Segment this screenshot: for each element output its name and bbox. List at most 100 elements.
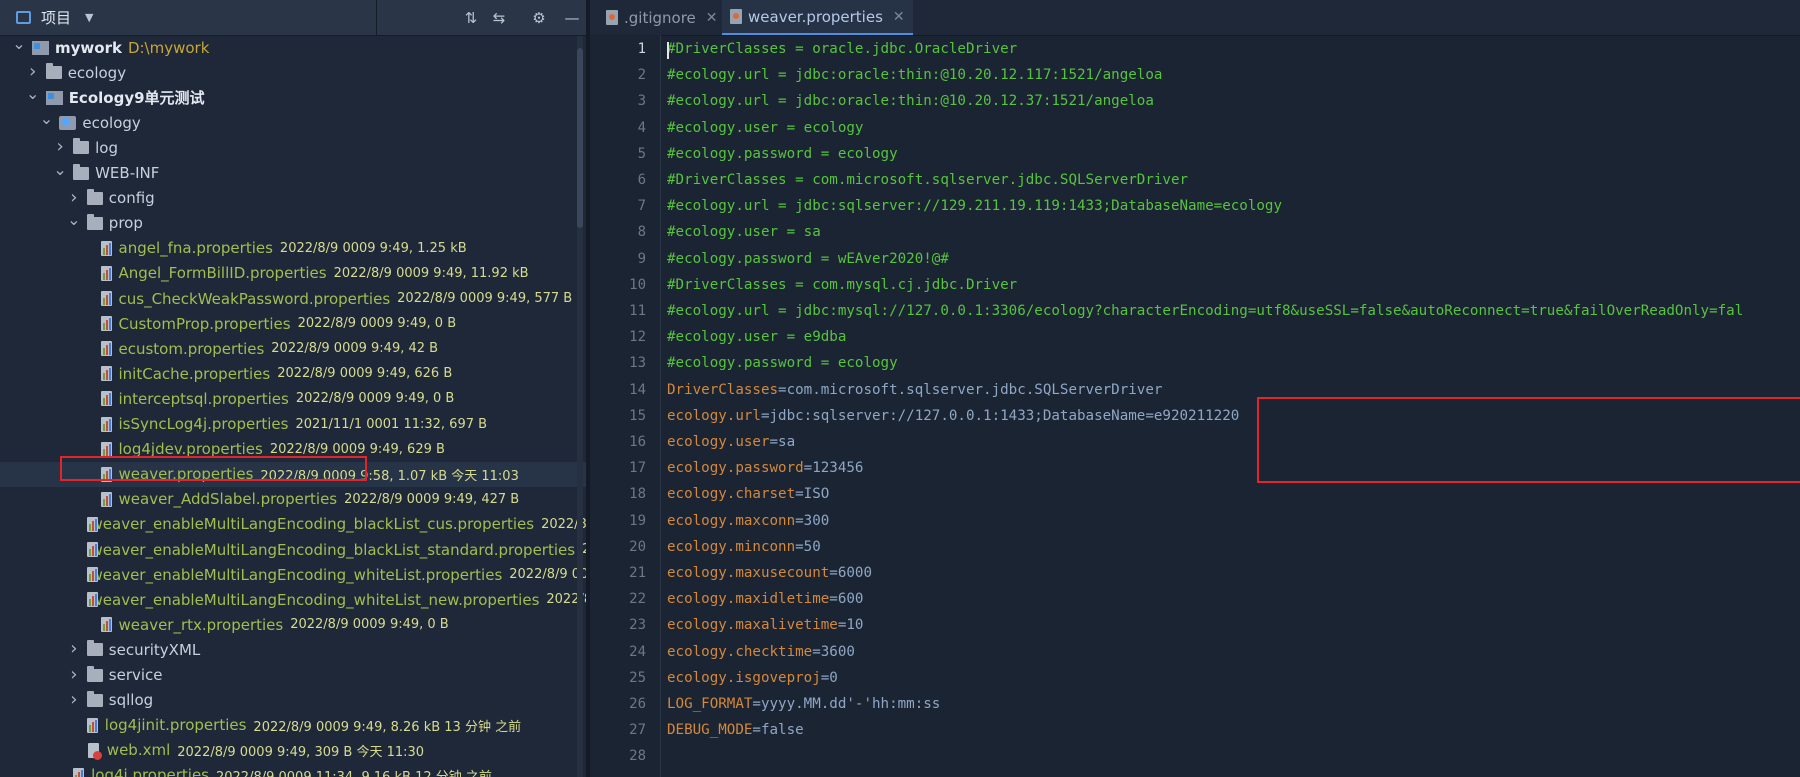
code-line[interactable]: DriverClasses=com.microsoft.sqlserver.jd… [667, 377, 1162, 403]
tree-row[interactable]: › service [0, 663, 586, 688]
code-line[interactable]: LOG_FORMAT=yyyy.MM.dd'-'hh:mm:ss [667, 691, 940, 717]
tree-row[interactable]: ecustom.properties 2022/8/9 0009 9:49, 42… [0, 336, 586, 361]
close-icon[interactable]: ✕ [893, 9, 905, 25]
tree-row[interactable]: weaver_enableMultiLangEncoding_blackList… [0, 512, 586, 537]
properties-bar [94, 719, 97, 732]
tab-weaver-properties[interactable]: weaver.properties ✕ [722, 0, 913, 35]
property-key: ecology.isgoveproj [667, 669, 821, 686]
code-line[interactable]: #ecology.url = jdbc:oracle:thin:@10.20.1… [667, 62, 1162, 88]
code-line[interactable]: #DriverClasses = com.mysql.cj.jdbc.Drive… [667, 272, 1017, 298]
tree-row[interactable]: ⌄ mywork D:\mywork [0, 34, 586, 60]
code-line[interactable]: #ecology.password = wEAver2020!@# [667, 246, 949, 272]
tree-row[interactable]: interceptsql.properties 2022/8/9 0009 9:4… [0, 386, 586, 411]
tree-row[interactable]: initCache.properties 2022/8/9 0009 9:49, … [0, 361, 586, 386]
code-line[interactable]: #ecology.user = sa [667, 219, 821, 245]
tree-row[interactable]: ⌄ WEB-INF [0, 160, 586, 186]
tree-row[interactable]: cus_CheckWeakPassword.properties 2022/8/9… [0, 286, 586, 311]
project-panel-scrollbar[interactable] [577, 36, 583, 777]
tree-row[interactable]: weaver_enableMultiLangEncoding_blackList… [0, 537, 586, 562]
code-line[interactable]: ecology.user=sa [667, 429, 795, 455]
collapse-all-icon[interactable]: ⇆ [488, 7, 510, 29]
properties-bar [88, 523, 91, 531]
properties-bar [102, 348, 105, 356]
properties-bar [108, 443, 111, 456]
tree-row[interactable]: weaver_rtx.properties 2022/8/9 0009 9:49,… [0, 612, 586, 637]
tree-item-label: log4j.properties [91, 766, 209, 777]
code-line[interactable]: #ecology.user = e9dba [667, 324, 846, 350]
tree-row[interactable]: ⌄ prop [0, 210, 586, 236]
tree-row[interactable]: CustomProp.properties 2022/8/9 0009 9:49,… [0, 311, 586, 336]
tree-row[interactable]: › securityXML [0, 637, 586, 662]
code-line[interactable]: #ecology.password = ecology [667, 350, 898, 376]
tree-row[interactable]: weaver_AddSlabel.properties 2022/8/9 0009… [0, 487, 586, 512]
properties-bar [108, 418, 111, 431]
property-value: jdbc:sqlserver://127.0.0.1:1433;Database… [769, 407, 1240, 424]
chevron-down-icon[interactable]: ⌄ [12, 31, 26, 56]
tree-item-label: ecology [82, 113, 141, 132]
chevron-right-icon[interactable]: › [67, 662, 81, 687]
code-line[interactable]: ecology.maxalivetime=10 [667, 612, 863, 638]
tab-gitignore[interactable]: .gitignore ✕ [598, 0, 726, 35]
comment-text: #ecology.password = ecology [667, 145, 898, 162]
file-meta: 2022/8/9 0009 11:34, 9.16 kB 12 分钟 之前 [216, 766, 492, 777]
folder-icon [86, 690, 103, 707]
code-line[interactable]: ecology.password=123456 [667, 455, 863, 481]
properties-file-icon [100, 491, 115, 508]
chevron-right-icon[interactable]: › [67, 687, 81, 712]
tree-row[interactable]: Angel_FormBillID.properties 2022/8/9 0009… [0, 261, 586, 286]
tree-row[interactable]: › config [0, 186, 586, 211]
minimize-icon[interactable]: — [561, 7, 583, 29]
close-icon[interactable]: ✕ [706, 10, 718, 26]
file-meta: 2022/8/9 0009 9:49, 8.26 kB 13 分钟 之前 [253, 719, 522, 735]
chevron-down-icon[interactable]: ⌄ [26, 81, 40, 106]
equals-sign: = [829, 565, 838, 581]
chevron-down-icon[interactable]: ⌄ [53, 157, 67, 182]
code-line[interactable]: #ecology.user = ecology [667, 115, 863, 141]
code-line[interactable]: ecology.checktime=3600 [667, 639, 855, 665]
module-folder-icon [45, 90, 63, 105]
tree-row[interactable]: › ecology [0, 60, 586, 85]
comment-text: #DriverClasses = com.microsoft.sqlserver… [667, 172, 1189, 188]
code-line[interactable]: ecology.maxusecount=6000 [667, 560, 872, 586]
chevron-right-icon [81, 261, 95, 286]
tree-row[interactable]: isSyncLog4j.properties 2021/11/1 0001 11:… [0, 412, 586, 437]
tree-item-label: log4jinit.properties [104, 716, 247, 735]
code-line[interactable]: ecology.isgoveproj=0 [667, 665, 838, 691]
code-line[interactable]: ecology.maxidletime=600 [667, 586, 863, 612]
tree-row[interactable]: angel_fna.properties 2022/8/9 0009 9:49, … [0, 236, 586, 261]
code-line[interactable]: DEBUG_MODE=false [667, 717, 804, 743]
tree-row[interactable]: ⌄ ecology [0, 109, 586, 135]
chevron-down-icon[interactable]: ⌄ [39, 106, 53, 131]
web-folder-icon [59, 115, 77, 130]
code-line[interactable]: ecology.url=jdbc:sqlserver://127.0.0.1:1… [667, 403, 1239, 429]
tree-row[interactable]: › log [0, 135, 586, 160]
tree-row[interactable]: log4j.properties 2022/8/9 0009 11:34, 9.1… [0, 763, 586, 777]
project-view-selector[interactable]: 项目 ▼ [16, 0, 93, 35]
code-line[interactable]: #DriverClasses = oracle.jdbc.OracleDrive… [667, 36, 1017, 62]
tree-row[interactable]: › sqllog [0, 688, 586, 713]
chevron-down-icon[interactable]: ⌄ [67, 207, 81, 232]
code-line[interactable]: ecology.maxconn=300 [667, 508, 829, 534]
code-line[interactable]: ecology.minconn=50 [667, 534, 821, 560]
editor-tab-bar: .gitignore ✕ weaver.properties ✕ [590, 0, 1800, 36]
code-line[interactable]: #ecology.url = jdbc:sqlserver://129.211.… [667, 193, 1282, 219]
gear-icon[interactable]: ⚙ [528, 7, 550, 29]
tree-row[interactable]: ⌄ Ecology9单元测试 [0, 84, 586, 110]
tree-row[interactable]: log4jinit.properties 2022/8/9 0009 9:49, … [0, 713, 586, 738]
expand-all-icon[interactable]: ⇅ [460, 7, 482, 29]
code-line[interactable]: #ecology.url = jdbc:mysql://127.0.0.1:33… [667, 298, 1743, 324]
file-meta: 2022/8/9 0009 9:49, 626 B [277, 366, 453, 382]
code-line[interactable]: #DriverClasses = com.microsoft.sqlserver… [667, 167, 1188, 193]
equals-sign: = [820, 669, 830, 686]
code-line[interactable]: ecology.charset=ISO [667, 481, 829, 507]
code-line[interactable]: #ecology.password = ecology [667, 141, 898, 167]
code-line[interactable]: #ecology.url = jdbc:oracle:thin:@10.20.1… [667, 88, 1154, 114]
chevron-down-icon[interactable]: ▼ [85, 11, 93, 24]
chevron-right-icon[interactable]: › [67, 636, 81, 661]
property-value: 50 [803, 538, 821, 555]
line-number: 22 [629, 591, 646, 608]
tree-row[interactable]: web.xml 2022/8/9 0009 9:49, 309 B 今天 11:3… [0, 738, 586, 763]
equals-sign: = [752, 722, 761, 739]
tree-row[interactable]: weaver_enableMultiLangEncoding_whiteList… [0, 562, 586, 587]
tree-row[interactable]: weaver_enableMultiLangEncoding_whiteList… [0, 587, 586, 612]
